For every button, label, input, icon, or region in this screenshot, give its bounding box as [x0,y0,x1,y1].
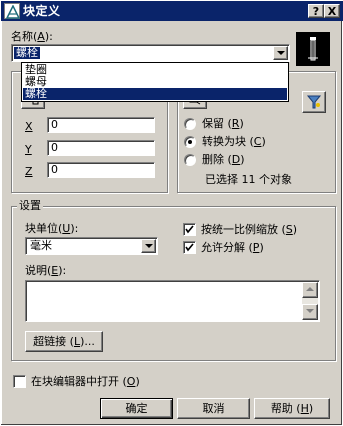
convert-to-block-label[interactable]: 转换为块 (C) [202,135,266,148]
selected-count-status: 已选择 11 个对象 [205,173,292,186]
dropdown-option[interactable]: 螺母 [23,76,287,88]
retain-radio[interactable] [184,118,196,130]
allow-exploding-checkbox[interactable] [183,241,196,254]
title-bar[interactable]: 块定义 ? X [1,1,343,21]
allow-exploding-label[interactable]: 允许分解 (P) [201,241,264,254]
y-label: Y [25,143,32,156]
quick-select-button[interactable] [302,91,326,113]
open-in-block-editor-checkbox[interactable] [13,375,26,388]
ok-button[interactable]: 确定 [100,398,173,419]
name-combobox[interactable]: 螺栓 [11,44,290,62]
block-unit-label: 块单位(U): [25,222,79,235]
chevron-down-icon[interactable] [273,46,288,60]
dropdown-option[interactable]: 垫圈 [23,64,287,76]
z-input[interactable]: 0 [47,162,155,178]
description-scrollbar[interactable] [302,282,318,320]
hyperlink-button[interactable]: 超链接 (L)... [25,331,103,352]
settings-group-label: 设置 [17,199,43,212]
open-in-block-editor-label[interactable]: 在块编辑器中打开 (O) [31,375,140,388]
y-input[interactable]: 0 [47,140,155,156]
retain-label[interactable]: 保留 (R) [202,117,244,130]
name-combobox-value: 螺栓 [14,46,40,59]
scale-uniformly-checkbox[interactable] [183,223,196,236]
dropdown-option-selected[interactable]: 螺栓 [23,88,287,100]
delete-label[interactable]: 删除 (D) [202,153,245,166]
description-textarea[interactable] [25,280,320,322]
description-label: 说明(E): [25,264,67,277]
block-unit-combobox[interactable]: 毫米 [25,237,158,255]
x-label: X [25,120,33,133]
block-preview [296,32,330,66]
block-definition-dialog: 块定义 ? X 名称(A): 螺栓 X 0 Y 0 Z 0 保留 (R) 转换为… [0,0,343,426]
close-button[interactable]: X [324,4,340,18]
block-unit-value: 毫米 [30,239,52,252]
z-label: Z [25,165,33,178]
name-label: 名称(A): [11,30,53,43]
cancel-button[interactable]: 取消 [177,398,250,419]
context-help-button[interactable]: ? [308,4,324,18]
scroll-up-arrow-icon[interactable] [302,282,318,298]
autocad-app-icon [4,3,20,19]
delete-radio[interactable] [184,154,196,166]
x-input[interactable]: 0 [47,117,155,133]
window-title: 块定义 [23,4,61,18]
convert-to-block-radio[interactable] [184,136,196,148]
name-dropdown-list[interactable]: 垫圈 螺母 螺栓 [21,62,289,102]
chevron-down-icon[interactable] [141,239,156,253]
scale-uniformly-label[interactable]: 按统一比例缩放 (S) [201,223,297,236]
help-button[interactable]: 帮助 (H) [254,398,330,419]
scroll-down-arrow-icon[interactable] [302,304,318,320]
